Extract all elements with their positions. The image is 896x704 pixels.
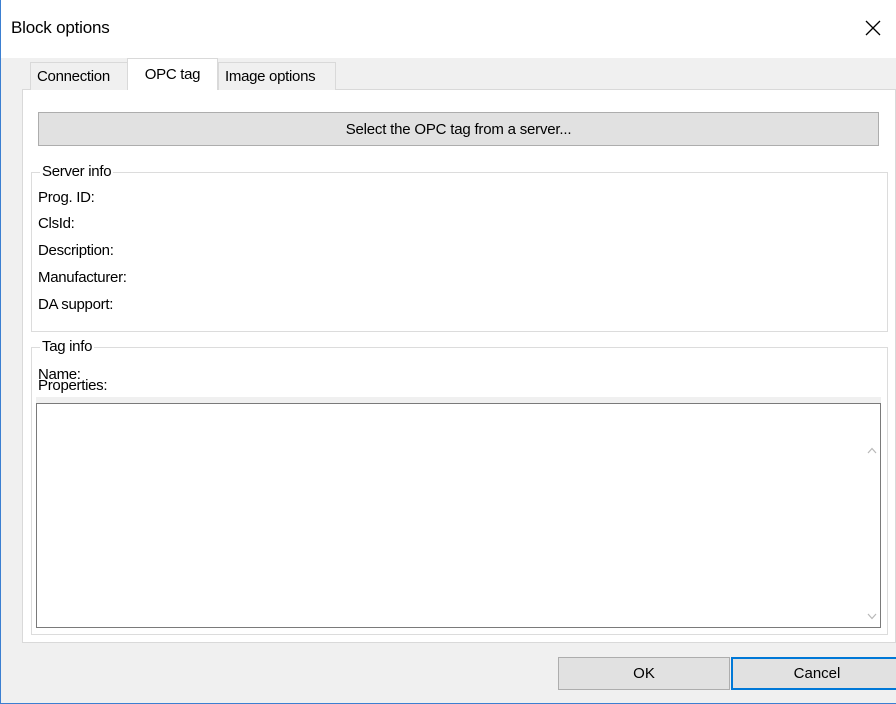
cancel-button[interactable]: Cancel	[731, 657, 896, 690]
block-options-dialog: Block options Connection OPC tag Image o…	[0, 0, 896, 704]
prog-id-label: Prog. ID:	[38, 189, 95, 206]
properties-scrollbar[interactable]	[863, 404, 880, 627]
server-info-group	[31, 172, 888, 332]
tag-info-legend: Tag info	[40, 338, 95, 355]
tab-label: OPC tag	[144, 66, 201, 83]
properties-label: Properties:	[38, 377, 108, 394]
ok-button[interactable]: OK	[558, 657, 730, 690]
window-title: Block options	[11, 18, 110, 37]
close-button[interactable]	[857, 12, 889, 44]
clsid-label: ClsId:	[38, 215, 75, 232]
close-icon	[865, 20, 881, 36]
chevron-up-icon	[867, 447, 876, 454]
da-support-label: DA support:	[38, 296, 114, 313]
title-bar: Block options	[1, 0, 896, 58]
tab-label: Image options	[225, 68, 316, 85]
manufacturer-label: Manufacturer:	[38, 269, 127, 286]
tab-connection[interactable]: Connection	[30, 62, 128, 90]
server-info-legend: Server info	[40, 163, 114, 180]
tab-image-options[interactable]: Image options	[218, 62, 336, 90]
tab-opc-tag[interactable]: OPC tag	[127, 58, 218, 90]
scroll-up-button[interactable]	[863, 442, 880, 459]
chevron-down-icon	[867, 613, 876, 620]
properties-textarea[interactable]	[36, 403, 881, 628]
select-opc-tag-button[interactable]: Select the OPC tag from a server...	[38, 112, 879, 146]
description-label: Description:	[38, 242, 114, 259]
tab-label: Connection	[37, 68, 110, 85]
scroll-down-button[interactable]	[863, 608, 880, 625]
